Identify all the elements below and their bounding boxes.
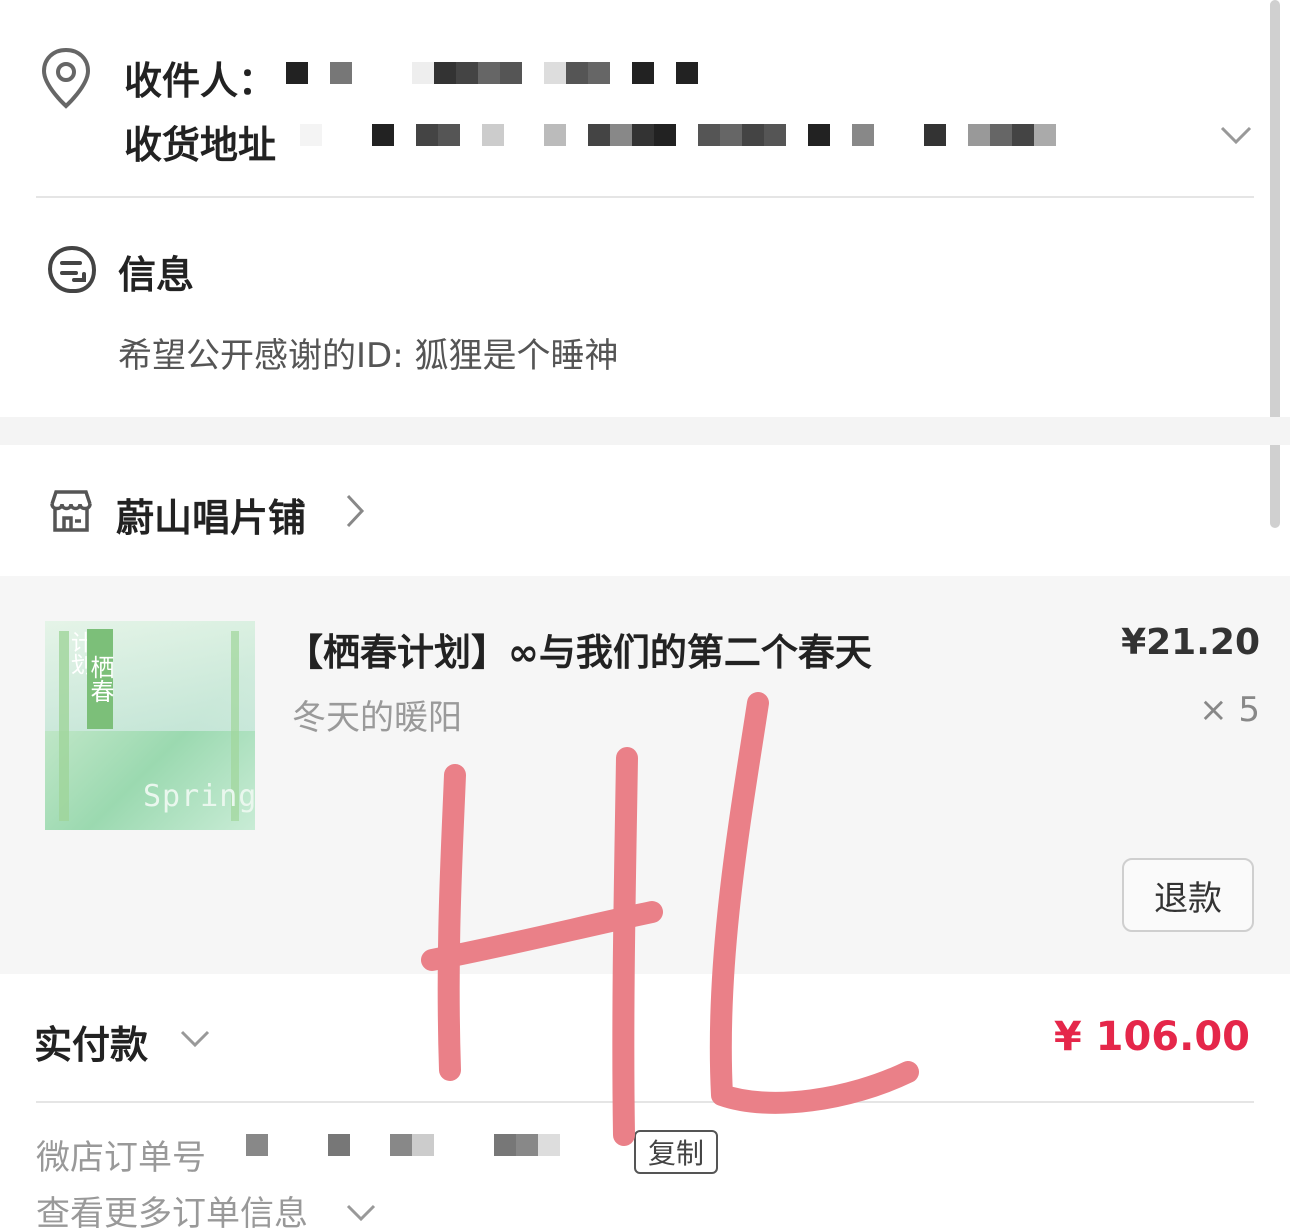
- chevron-right-icon[interactable]: [342, 492, 368, 530]
- quantity: × 5: [1199, 690, 1260, 730]
- scrollbar[interactable]: [1270, 0, 1280, 528]
- paid-label[interactable]: 实付款: [34, 1014, 148, 1069]
- info-title: 信息: [118, 253, 195, 297]
- divider: [36, 1101, 1254, 1103]
- product-variant: 冬天的暖阳: [292, 698, 462, 738]
- refund-button[interactable]: 退款: [1122, 858, 1254, 932]
- cover-word: Spring: [143, 779, 255, 814]
- order-number-redacted: [246, 1134, 560, 1156]
- product-cover-image[interactable]: 计划 栖春 Spring: [45, 621, 255, 830]
- chevron-down-icon[interactable]: [344, 1198, 378, 1226]
- address-label: 收货地址: [124, 123, 277, 167]
- recipient-label: 收件人：: [124, 59, 277, 103]
- chevron-down-icon[interactable]: [178, 1024, 212, 1052]
- message-icon: [46, 244, 98, 296]
- section-separator: [0, 417, 1290, 445]
- total-amount: ¥ 106.00: [1053, 1014, 1250, 1060]
- order-number-label: 微店订单号: [36, 1138, 206, 1178]
- divider: [36, 196, 1254, 198]
- cover-title: 栖春: [86, 629, 114, 729]
- more-order-info[interactable]: 查看更多订单信息: [36, 1186, 308, 1232]
- recipient-redacted: [286, 62, 698, 84]
- info-message: 希望公开感谢的ID: 狐狸是个睡神: [118, 336, 619, 376]
- product-title[interactable]: 【栖春计划】∞与我们的第二个春天: [286, 622, 872, 676]
- expand-address-chevron-icon[interactable]: [1218, 120, 1254, 150]
- unit-price: ¥21.20: [1121, 622, 1260, 663]
- shop-icon[interactable]: [46, 486, 96, 536]
- location-pin-icon: [38, 46, 94, 110]
- address-redacted: [300, 124, 1056, 146]
- copy-button[interactable]: 复制: [634, 1130, 718, 1174]
- shop-name[interactable]: 蔚山唱片铺: [116, 487, 306, 542]
